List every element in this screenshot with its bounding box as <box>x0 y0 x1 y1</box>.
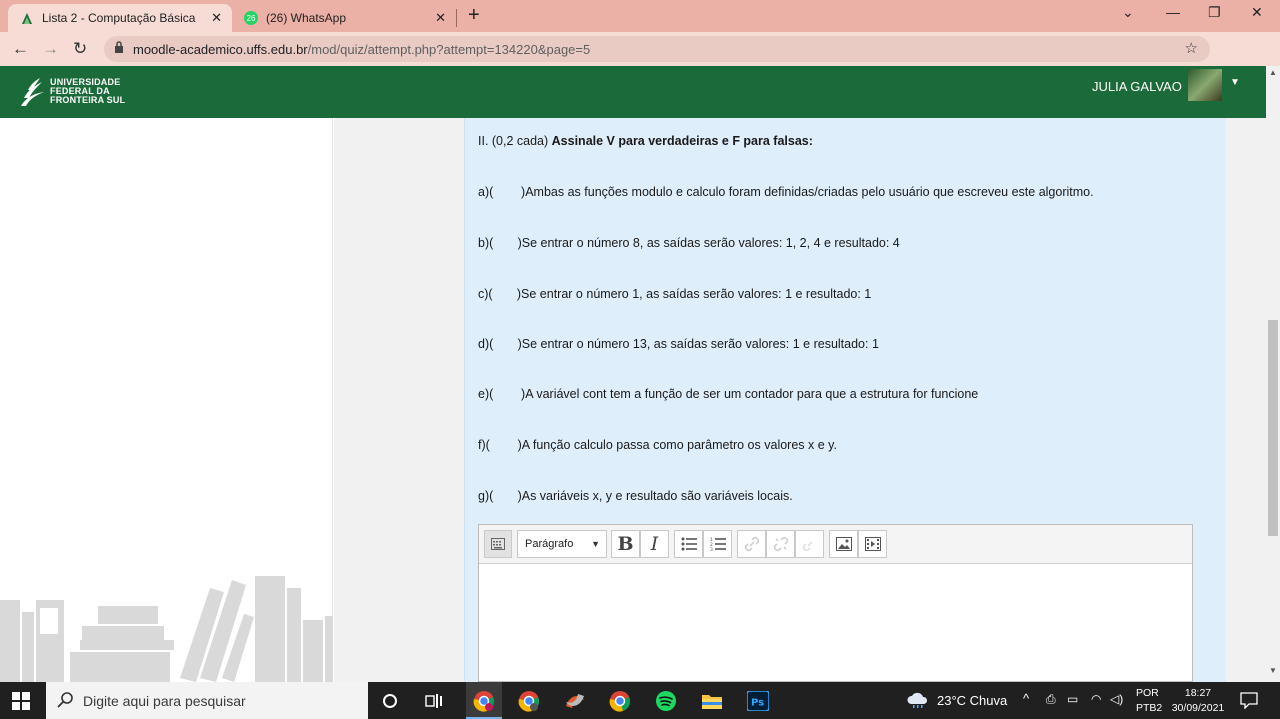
media-icon[interactable] <box>858 530 887 558</box>
svg-text:3: 3 <box>710 547 713 551</box>
scrollbar-thumb[interactable] <box>1268 320 1278 536</box>
address-toolbar: ← → ↻ moodle-academico.uffs.edu.br/mod/q… <box>0 32 1280 91</box>
chrome-icon[interactable] <box>609 690 631 712</box>
bookmark-star-icon[interactable]: ☆ <box>1185 39 1198 57</box>
statement-d: d)( )Se entrar o número 13, as saídas se… <box>478 337 879 351</box>
whatsapp-icon: 26 <box>244 11 258 25</box>
answer-editor: Parágrafo ▼ B I 123 <box>478 524 1193 682</box>
new-tab-button[interactable]: + <box>468 4 480 27</box>
close-tab-icon[interactable]: ✕ <box>435 10 446 26</box>
address-bar[interactable]: moodle-academico.uffs.edu.br/mod/quiz/at… <box>104 36 1210 62</box>
svg-text:Ps: Ps <box>751 698 764 709</box>
left-sidebar <box>0 118 333 682</box>
tab-lista-2[interactable]: Lista 2 - Computação Básica ✕ <box>8 4 232 32</box>
meet-now-icon[interactable]: ⎙ <box>1046 692 1056 707</box>
lock-icon <box>115 41 123 53</box>
moodle-favicon-icon <box>20 11 34 25</box>
windows-start-icon[interactable] <box>12 692 30 710</box>
anchor-icon[interactable] <box>795 530 824 558</box>
user-avatar[interactable] <box>1188 69 1222 101</box>
close-tab-icon[interactable]: ✕ <box>211 10 222 26</box>
statement-b: b)( )Se entrar o número 8, as saídas ser… <box>478 236 900 250</box>
bold-button[interactable]: B <box>611 530 640 558</box>
wifi-icon[interactable]: ◠ <box>1091 692 1101 706</box>
bullet-list-icon[interactable] <box>674 530 703 558</box>
volume-icon[interactable]: ◁) <box>1110 692 1123 706</box>
statement-c: c)( )Se entrar o número 1, as saídas ser… <box>478 287 872 301</box>
taskbar-search-box[interactable]: Digite aqui para pesquisar <box>46 682 368 719</box>
weather-cloud-icon[interactable] <box>906 691 930 712</box>
statement-e: e)( )A variável cont tem a função de ser… <box>478 387 979 401</box>
italic-button[interactable]: I <box>640 530 669 558</box>
browser-tab-bar: Lista 2 - Computação Básica ✕ 26 (26) Wh… <box>0 0 1280 32</box>
editor-toolbar: Parágrafo ▼ B I 123 <box>479 525 1192 564</box>
question-intro: II. (0,2 cada) Assinale V para verdadeir… <box>478 134 813 148</box>
back-arrow-icon[interactable]: ← <box>12 39 29 59</box>
page-scrollbar[interactable]: ▲ ▼ <box>1266 66 1280 682</box>
search-placeholder: Digite aqui para pesquisar <box>83 693 246 709</box>
windows-taskbar: Digite aqui para pesquisar Ps 23°C Chuva… <box>0 682 1280 719</box>
cortana-icon[interactable] <box>379 690 401 712</box>
tray-chevron-up-icon[interactable]: ^ <box>1023 691 1029 706</box>
close-window-button[interactable]: ✕ <box>1251 4 1263 21</box>
unlink-icon[interactable] <box>766 530 795 558</box>
file-explorer-icon[interactable] <box>701 690 723 712</box>
battery-icon[interactable]: ▭ <box>1067 692 1078 706</box>
scroll-down-icon[interactable]: ▼ <box>1269 666 1277 675</box>
paragraph-format-select[interactable]: Parágrafo ▼ <box>517 530 607 558</box>
user-menu-caret-icon[interactable]: ▼ <box>1230 77 1240 88</box>
image-icon[interactable] <box>829 530 858 558</box>
uffs-logo-icon[interactable] <box>18 76 46 108</box>
photoshop-icon[interactable]: Ps <box>747 690 769 712</box>
tab-title: (26) WhatsApp <box>266 11 347 25</box>
tab-separator <box>456 9 457 27</box>
task-view-icon[interactable] <box>423 690 445 712</box>
maximize-button[interactable]: ❐ <box>1208 4 1221 21</box>
search-icon <box>57 692 73 708</box>
tab-title: Lista 2 - Computação Básica <box>42 11 196 25</box>
user-name[interactable]: JULIA GALVAO <box>1092 79 1182 94</box>
chrome-icon[interactable] <box>518 690 540 712</box>
chevron-down-icon: ▼ <box>591 539 600 549</box>
tab-whatsapp[interactable]: 26 (26) WhatsApp ✕ <box>234 4 456 32</box>
site-header: UNIVERSIDADE FEDERAL DA FRONTEIRA SUL JU… <box>0 66 1266 118</box>
clock[interactable]: 18:27 30/09/2021 <box>1170 686 1226 716</box>
forward-arrow-icon[interactable]: → <box>42 39 59 59</box>
link-icon[interactable] <box>737 530 766 558</box>
notification-center-icon[interactable] <box>1240 691 1258 712</box>
tab-search-chevron-icon[interactable]: ⌄ <box>1122 4 1134 21</box>
spotify-icon[interactable] <box>655 690 677 712</box>
statement-g: g)( )As variáveis x, y e resultado são v… <box>478 489 793 503</box>
input-language-indicator[interactable]: POR PTB2 <box>1136 686 1162 716</box>
statement-a: a)( )Ambas as funções modulo e calculo f… <box>478 185 1094 199</box>
chrome-profile-icon[interactable] <box>473 690 495 712</box>
minimize-button[interactable]: — <box>1166 4 1180 20</box>
numbered-list-icon[interactable]: 123 <box>703 530 732 558</box>
books-illustration-icon <box>0 576 333 682</box>
url-text: moodle-academico.uffs.edu.br/mod/quiz/at… <box>133 42 591 57</box>
toolbar-toggle-icon[interactable] <box>484 530 512 558</box>
statement-f: f)( )A função calculo passa como parâmet… <box>478 438 837 452</box>
app-logo-icon[interactable] <box>564 690 586 712</box>
weather-text[interactable]: 23°C Chuva <box>937 693 1007 708</box>
editor-text-area[interactable] <box>479 565 1192 681</box>
reload-icon[interactable]: ↻ <box>73 39 87 59</box>
uffs-logo-text: UNIVERSIDADE FEDERAL DA FRONTEIRA SUL <box>50 77 126 105</box>
scroll-up-icon[interactable]: ▲ <box>1269 68 1277 77</box>
